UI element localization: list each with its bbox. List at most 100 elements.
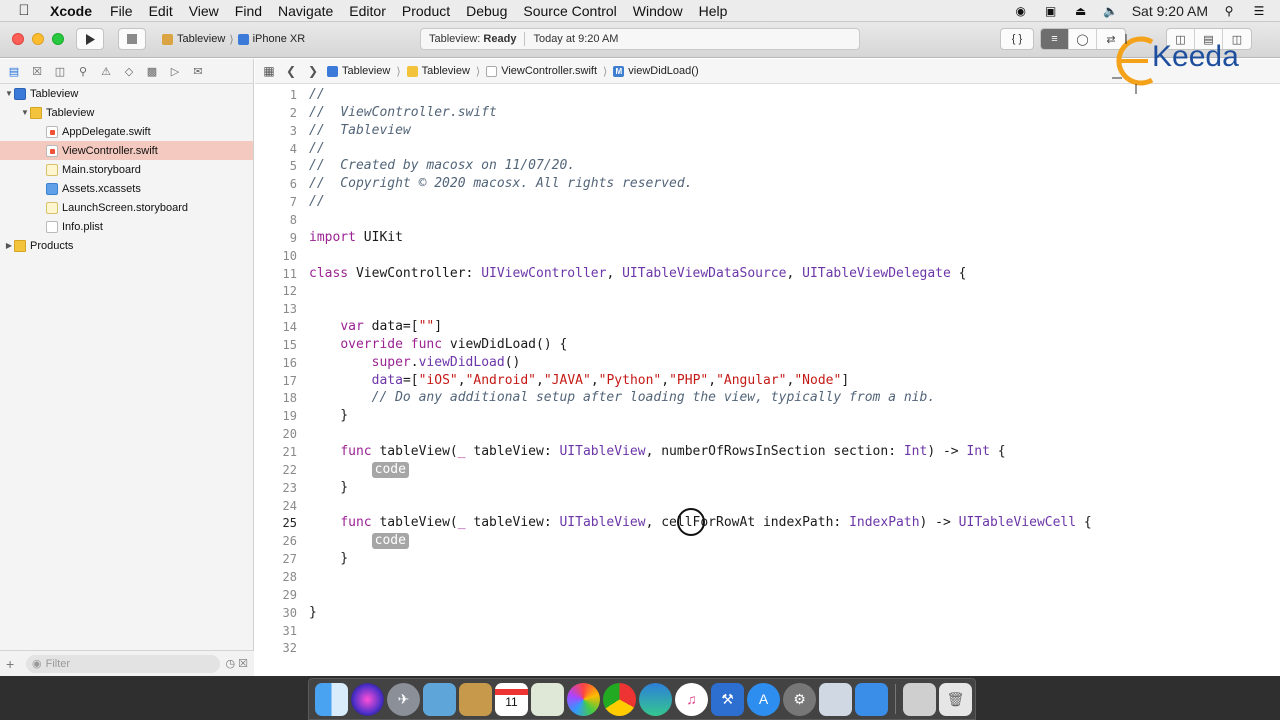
back-icon[interactable]: ❮ — [283, 64, 299, 78]
sidebar-item-file[interactable]: ▶ Products — [0, 236, 253, 255]
eject-icon[interactable]: ⏏ — [1072, 4, 1090, 18]
code-line[interactable]: override func viewDidLoad() { — [309, 336, 567, 354]
menu-app-name[interactable]: Xcode — [48, 0, 102, 22]
display-icon[interactable]: ▣ — [1042, 4, 1060, 18]
menu-view[interactable]: View — [181, 0, 227, 22]
issue-icon[interactable]: ⚠ — [98, 63, 114, 79]
menu-navigate[interactable]: Navigate — [270, 0, 341, 22]
code-line[interactable]: // — [309, 140, 325, 158]
launchpad-icon[interactable]: ✈ — [387, 682, 420, 716]
menu-help[interactable]: Help — [691, 0, 736, 22]
breadcrumb-symbol[interactable]: M viewDidLoad() — [613, 65, 699, 77]
volume-icon[interactable]: 🔈 — [1102, 4, 1120, 18]
calendar-icon[interactable]: 11 — [495, 682, 528, 716]
disclosure-triangle-icon[interactable]: ▼ — [4, 89, 14, 98]
stop-button[interactable] — [118, 28, 146, 50]
menu-window[interactable]: Window — [625, 0, 691, 22]
notes-icon[interactable] — [459, 682, 492, 716]
code-line[interactable]: } — [309, 604, 317, 622]
edge-icon[interactable] — [639, 682, 672, 716]
code-line[interactable]: // Copyright © 2020 macosx. All rights r… — [309, 175, 693, 193]
breadcrumb-file[interactable]: ViewController.swift ⟩ — [486, 65, 607, 78]
zoom-window-button[interactable] — [52, 33, 64, 45]
finder-icon[interactable] — [315, 682, 348, 716]
code-line[interactable]: // — [309, 86, 325, 104]
siri-icon[interactable] — [351, 682, 384, 716]
report-icon[interactable]: ✉ — [190, 63, 206, 79]
code-line[interactable]: } — [309, 479, 348, 497]
symbol-icon[interactable]: ◫ — [52, 63, 68, 79]
breadcrumb-project[interactable]: Tableview ⟩ — [327, 65, 401, 78]
disclosure-triangle-icon[interactable]: ▼ — [20, 108, 30, 117]
debug-icon[interactable]: ▩ — [144, 63, 160, 79]
assistant-editor-icon[interactable]: ◯ — [1069, 29, 1097, 49]
code-line[interactable]: code — [309, 532, 409, 550]
menu-edit[interactable]: Edit — [141, 0, 181, 22]
test-icon[interactable]: ◇ — [121, 63, 137, 79]
notification-center-icon[interactable]: ☰ — [1250, 4, 1268, 18]
menu-file[interactable]: File — [102, 0, 141, 22]
standard-editor-icon[interactable]: ≡ — [1041, 29, 1069, 49]
menu-product[interactable]: Product — [394, 0, 458, 22]
code-line[interactable]: import UIKit — [309, 229, 403, 247]
add-file-icon[interactable]: + — [6, 656, 20, 672]
sidebar-item-file[interactable]: LaunchScreen.storyboard — [0, 198, 253, 217]
xcode-icon[interactable]: ⚒ — [711, 682, 744, 716]
sidebar-item-file[interactable]: Info.plist — [0, 217, 253, 236]
disclosure-triangle-icon[interactable]: ▶ — [4, 241, 14, 250]
system-preferences-icon[interactable]: ⚙ — [783, 682, 816, 716]
preview-icon[interactable] — [423, 682, 456, 716]
storage-icon[interactable] — [903, 682, 936, 716]
maps-icon[interactable] — [531, 682, 564, 716]
code-line[interactable]: code — [309, 461, 409, 479]
code-line[interactable]: class ViewController: UIViewController, … — [309, 265, 967, 283]
folder-icon[interactable]: ▤ — [6, 63, 22, 79]
code-line[interactable]: // Do any additional setup after loading… — [309, 389, 936, 407]
menu-editor[interactable]: Editor — [341, 0, 394, 22]
recent-files-icon[interactable]: ◷ — [226, 657, 236, 670]
trash-icon[interactable]: 🗑 — [939, 682, 972, 716]
code-area[interactable]: // // ViewController.swift // Tableview // /… — [309, 84, 1269, 676]
code-line[interactable]: data=["iOS","Android","JAVA","Python","P… — [309, 372, 850, 390]
related-items-icon[interactable]: ▦ — [261, 64, 277, 78]
sidebar-item-file[interactable]: Assets.xcassets — [0, 179, 253, 198]
library-button[interactable]: { } — [1000, 28, 1034, 50]
breadcrumb-group[interactable]: Tableview ⟩ — [406, 65, 480, 78]
code-line[interactable]: super.viewDidLoad() — [309, 354, 521, 372]
code-line[interactable]: } — [309, 407, 348, 425]
minimize-window-button[interactable] — [32, 33, 44, 45]
ibooks-icon[interactable] — [819, 682, 852, 716]
clock[interactable]: Sat 9:20 AM — [1132, 3, 1208, 19]
code-line[interactable]: // — [309, 193, 325, 211]
code-line[interactable]: } — [309, 550, 348, 568]
scheme-selector[interactable]: Tableview ⟩ iPhone XR — [158, 28, 314, 50]
sidebar-item-file[interactable]: ViewController.swift — [0, 141, 253, 160]
run-button[interactable] — [76, 28, 104, 50]
find-icon[interactable]: ⚲ — [75, 63, 91, 79]
chrome-icon[interactable] — [603, 682, 636, 716]
code-line[interactable]: func tableView(_ tableView: UITableView,… — [309, 443, 1005, 461]
sidebar-item-file[interactable]: AppDelegate.swift — [0, 122, 253, 141]
app-store-icon[interactable]: A — [747, 682, 780, 716]
simulator-icon[interactable] — [855, 682, 888, 716]
forward-icon[interactable]: ❯ — [305, 64, 321, 78]
sidebar-item-file[interactable]: Main.storyboard — [0, 160, 253, 179]
menu-debug[interactable]: Debug — [458, 0, 515, 22]
spotlight-search-icon[interactable]: ⚲ — [1220, 4, 1238, 18]
menu-source-control[interactable]: Source Control — [515, 0, 624, 22]
music-icon[interactable]: ♫ — [675, 682, 708, 716]
record-icon[interactable]: ◉ — [1012, 4, 1030, 18]
modified-files-icon[interactable]: ☒ — [238, 657, 248, 670]
filter-input[interactable]: ◉ Filter — [26, 654, 220, 673]
code-placeholder-token[interactable]: code — [371, 533, 409, 550]
code-placeholder-token[interactable]: code — [371, 461, 409, 478]
apple-menu-icon[interactable]:  — [0, 2, 48, 19]
code-line[interactable]: // ViewController.swift — [309, 104, 497, 122]
sidebar-item-file[interactable]: ▼ Tableview — [0, 103, 253, 122]
code-line[interactable]: // Created by macosx on 11/07/20. — [309, 157, 575, 175]
source-editor[interactable]: 1 2 3 4 5 6 7 8 9 10 11 12 13 14 15 16 17 18 19 20 21 22 23 24 2… — [255, 84, 1280, 676]
code-line[interactable]: // Tableview — [309, 122, 411, 140]
menu-find[interactable]: Find — [227, 0, 270, 22]
breakpoint-icon[interactable]: ▷ — [167, 63, 183, 79]
close-window-button[interactable] — [12, 33, 24, 45]
